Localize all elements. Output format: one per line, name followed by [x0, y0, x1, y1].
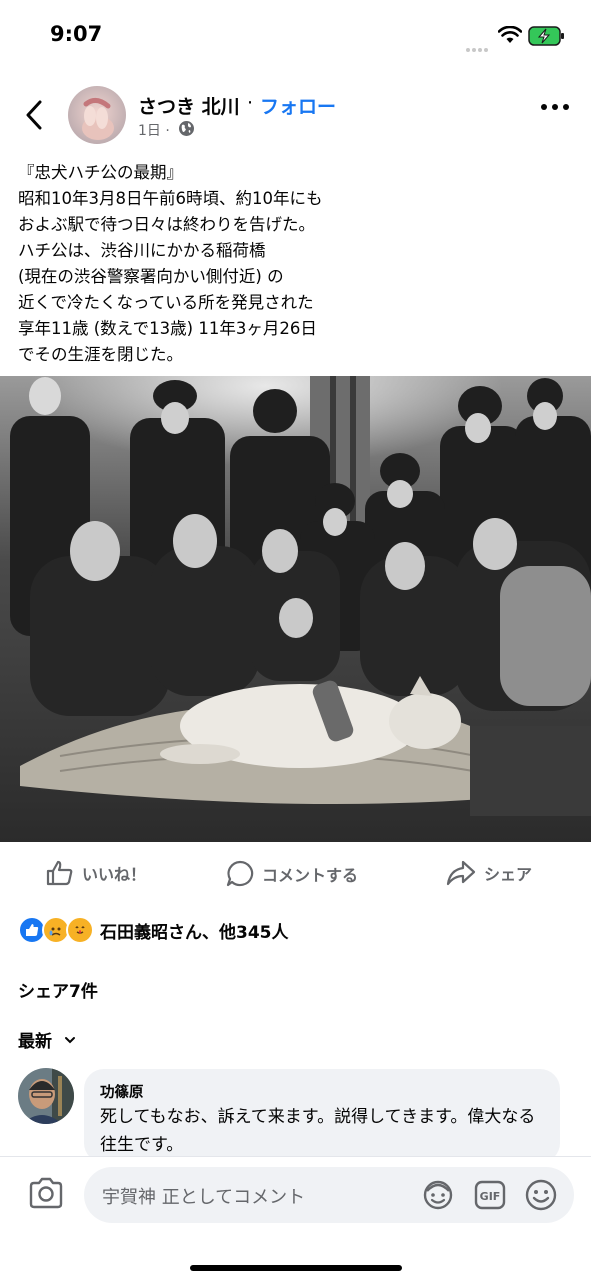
like-button[interactable]: いいね！: [46, 860, 146, 886]
care-icon: [66, 916, 94, 944]
reactions-text: 石田義昭さん、他345人: [100, 922, 289, 943]
status-bar: 9:07: [0, 0, 591, 70]
comment-author[interactable]: 功篠原: [100, 1081, 144, 1102]
share-count[interactable]: シェア7件: [18, 977, 98, 1002]
comment-button[interactable]: コメントする: [226, 860, 358, 888]
comment-sort-dropdown[interactable]: 最新: [18, 1027, 76, 1052]
camera-icon[interactable]: [28, 1177, 64, 1209]
like-label: いいね！: [82, 865, 147, 884]
share-label: シェア: [484, 865, 533, 884]
thumbs-up-icon: [46, 860, 73, 886]
globe-icon: [179, 121, 194, 136]
comment-composer: 宇賀神 正としてコメント GIF: [0, 1156, 591, 1281]
share-button[interactable]: シェア: [446, 860, 532, 886]
author-name[interactable]: さつき 北川: [138, 92, 240, 119]
sort-label: 最新: [18, 1032, 52, 1052]
share-arrow-icon: [446, 860, 476, 886]
comment-label: コメントする: [262, 866, 359, 885]
comment-text: 死してもなお、訴えて来ます。説得してきます。偉大なる往生です。: [100, 1107, 536, 1155]
home-indicator[interactable]: [190, 1265, 402, 1271]
more-options-icon[interactable]: [540, 102, 570, 112]
comment-input-placeholder: 宇賀神 正としてコメント: [102, 1187, 306, 1208]
post-photo[interactable]: [0, 376, 591, 842]
comment-input[interactable]: 宇賀神 正としてコメント GIF: [84, 1167, 574, 1223]
comment-bubble[interactable]: 功篠原 死してもなお、訴えて来ます。説得してきます。偉大なる往生です。: [84, 1069, 560, 1163]
post-text: 『忠犬ハチ公の最期』 昭和10年3月8日午前6時頃、約10年にも およぶ駅で待つ…: [18, 163, 323, 364]
follow-button[interactable]: フォロー: [260, 92, 336, 119]
back-button[interactable]: [22, 98, 48, 132]
post-header: さつき 北川 · フォロー 1日 ·: [0, 80, 591, 156]
comment-bubble-icon: [226, 860, 254, 887]
commenter-avatar[interactable]: [18, 1068, 74, 1124]
avatar-sticker-icon[interactable]: [421, 1179, 455, 1211]
gif-icon[interactable]: GIF: [474, 1180, 506, 1210]
post-action-bar: いいね！ コメントする シェア: [0, 848, 591, 898]
status-time: 9:07: [50, 22, 103, 46]
svg-text:GIF: GIF: [480, 1190, 501, 1203]
chevron-down-icon: [65, 1036, 75, 1043]
emoji-icon[interactable]: [524, 1178, 558, 1212]
cellular-signal-icon: [466, 37, 490, 56]
name-separator: ·: [247, 92, 254, 114]
author-avatar[interactable]: [68, 86, 126, 144]
battery-charging-icon: [528, 26, 564, 46]
reactions-summary[interactable]: 石田義昭さん、他345人: [18, 916, 289, 944]
wifi-icon: [498, 26, 522, 43]
post-age: 1日 ·: [138, 123, 170, 139]
